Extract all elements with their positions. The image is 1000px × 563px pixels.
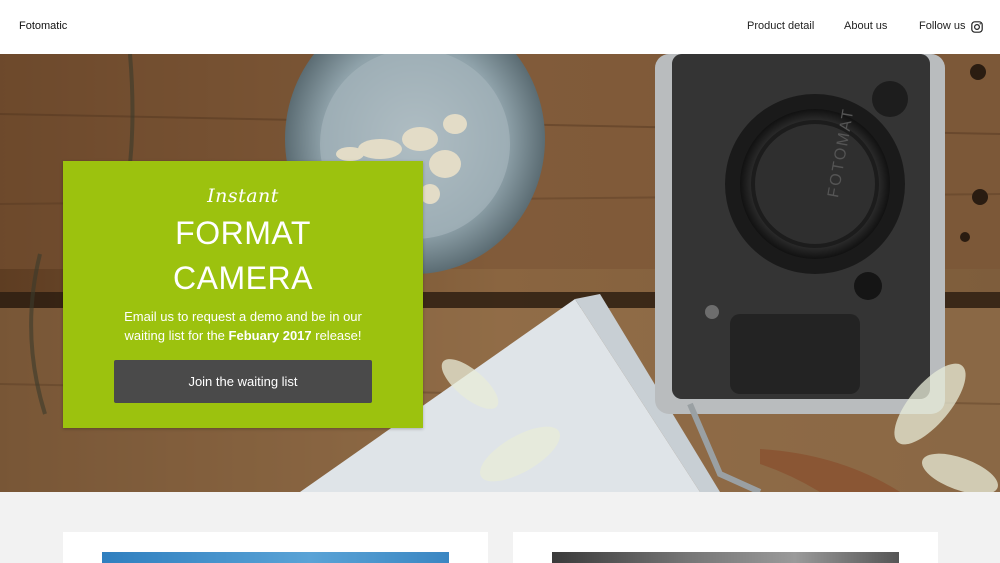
nav-about-us[interactable]: About us <box>844 20 887 32</box>
hero-description-part2: release! <box>311 328 362 343</box>
hero-promo-card: Instant FORMAT CAMERA Email us to reques… <box>63 161 423 428</box>
nav-product-detail[interactable]: Product detail <box>747 20 814 32</box>
join-waiting-list-button[interactable]: Join the waiting list <box>114 360 372 403</box>
hero-title-line2: CAMERA <box>173 260 313 296</box>
nav-follow-us[interactable]: Follow us <box>919 20 965 32</box>
brand-logo[interactable]: Fotomatic <box>19 20 67 32</box>
hero-script-text: Instant <box>207 185 279 207</box>
hero-description: Email us to request a demo and be in our… <box>103 307 383 345</box>
feature-card-2-image <box>552 552 899 563</box>
feature-card-1-image <box>102 552 449 563</box>
site-header: Fotomatic Product detail About us Follow… <box>0 0 1000 54</box>
hero-description-date: Febuary 2017 <box>228 328 312 343</box>
feature-card-1 <box>63 532 488 563</box>
instagram-icon[interactable] <box>971 21 983 33</box>
hero-title-line1: FORMAT <box>175 215 311 251</box>
hero-banner: FOTOMAT Instant FORMAT CAMERA Email us t… <box>0 54 1000 492</box>
feature-card-2 <box>513 532 938 563</box>
